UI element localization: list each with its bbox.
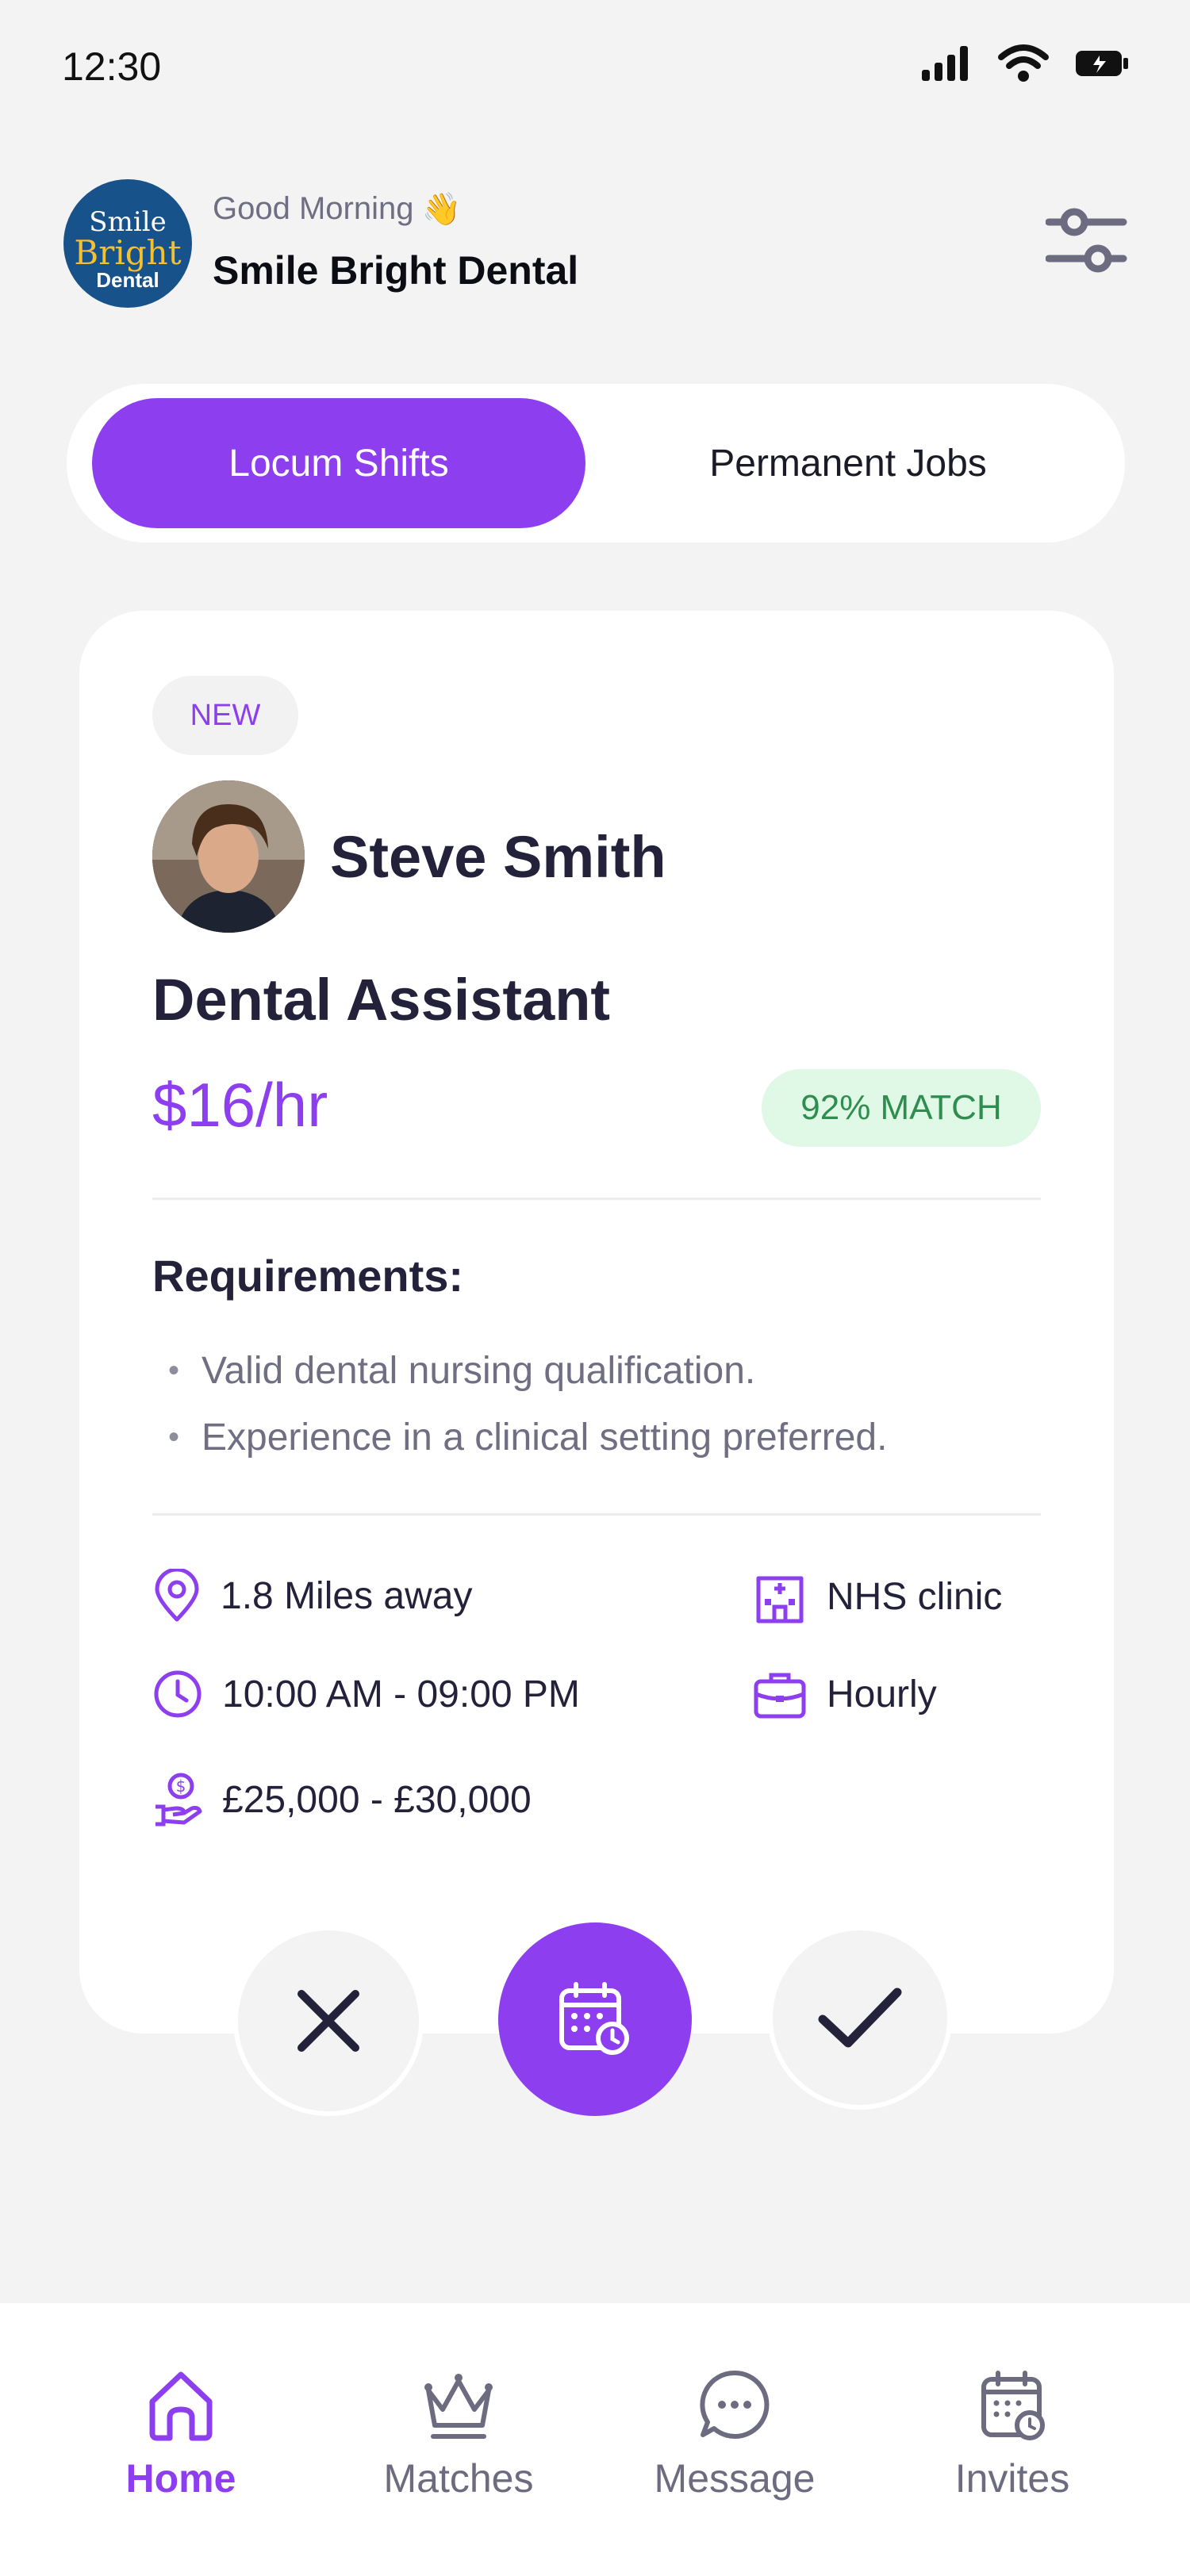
nav-home[interactable]: Home bbox=[54, 2367, 308, 2501]
clock-icon bbox=[154, 1670, 202, 1718]
requirements-title: Requirements: bbox=[152, 1251, 464, 1301]
nav-label: Message bbox=[654, 2456, 816, 2501]
logo-line3: Dental bbox=[96, 268, 159, 292]
nav-label: Invites bbox=[954, 2456, 1070, 2501]
candidate-name: Steve Smith bbox=[330, 824, 666, 890]
distance-text: 1.8 Miles away bbox=[221, 1574, 473, 1617]
nav-label: Home bbox=[125, 2456, 236, 2501]
sliders-icon bbox=[1045, 208, 1127, 273]
check-icon bbox=[818, 1988, 902, 2048]
status-bar: 12:30 bbox=[0, 0, 1190, 135]
briefcase-icon bbox=[754, 1673, 806, 1719]
match-badge: 92% MATCH bbox=[762, 1069, 1041, 1147]
nav-matches[interactable]: Matches bbox=[332, 2367, 585, 2501]
nav-message[interactable]: Message bbox=[608, 2367, 862, 2501]
requirement-item: Valid dental nursing qualification. bbox=[168, 1337, 887, 1404]
candidate-photo bbox=[152, 780, 305, 933]
pay-type-info: Hourly bbox=[752, 1669, 937, 1719]
divider bbox=[152, 1513, 1041, 1516]
crown-icon bbox=[424, 2374, 493, 2439]
hospital-icon bbox=[756, 1576, 804, 1623]
wave-emoji: 👋 bbox=[421, 192, 462, 227]
greeting-text: Good Morning bbox=[213, 191, 414, 226]
wifi-icon bbox=[998, 44, 1049, 82]
svg-text:$: $ bbox=[176, 1777, 186, 1796]
bottom-tab-bar: Home Matches Message Invites bbox=[0, 2303, 1190, 2576]
job-type-segmented-control: Locum Shifts Permanent Jobs bbox=[67, 384, 1125, 542]
salary-hand-icon: $ bbox=[155, 1773, 202, 1827]
hourly-rate: $16/hr bbox=[152, 1070, 328, 1140]
chat-icon bbox=[700, 2370, 770, 2439]
nav-invites[interactable]: Invites bbox=[885, 2367, 1139, 2501]
tab-permanent-jobs[interactable]: Permanent Jobs bbox=[585, 398, 1111, 528]
clinic-logo: Smile Bright Dental bbox=[63, 179, 192, 308]
home-icon bbox=[149, 2371, 213, 2441]
location-pin-icon bbox=[155, 1569, 199, 1622]
requirement-item: Experience in a clinical setting preferr… bbox=[168, 1404, 887, 1470]
greeting: Good Morning 👋 bbox=[213, 190, 461, 228]
hours-text: 10:00 AM - 09:00 PM bbox=[222, 1673, 580, 1715]
calendar-clock-icon bbox=[559, 1982, 629, 2055]
status-time: 12:30 bbox=[62, 44, 162, 89]
nav-label: Matches bbox=[383, 2456, 534, 2501]
reject-button[interactable] bbox=[233, 1926, 424, 2116]
clinic-type-info: NHS clinic bbox=[752, 1569, 1002, 1624]
candidate-card[interactable]: NEW Steve Smith Dental Assistant $16/hr … bbox=[79, 611, 1114, 2034]
status-icons bbox=[922, 44, 1128, 82]
salary-text: £25,000 - £30,000 bbox=[222, 1778, 532, 1821]
clinic-type-text: NHS clinic bbox=[827, 1575, 1003, 1618]
requirements-list: Valid dental nursing qualification. Expe… bbox=[168, 1337, 887, 1470]
clinic-name: Smile Bright Dental bbox=[213, 248, 579, 293]
divider bbox=[152, 1198, 1041, 1200]
new-badge: NEW bbox=[152, 676, 298, 755]
signal-icon bbox=[922, 46, 968, 81]
distance-info: 1.8 Miles away bbox=[152, 1569, 472, 1623]
logo-line2: Bright bbox=[74, 233, 182, 272]
job-role: Dental Assistant bbox=[152, 967, 611, 1033]
pay-type-text: Hourly bbox=[827, 1673, 937, 1715]
header: Smile Bright Dental Good Morning 👋 Smile… bbox=[62, 179, 1128, 309]
tab-locum-shifts[interactable]: Locum Shifts bbox=[92, 398, 585, 528]
battery-icon bbox=[1076, 51, 1128, 76]
salary-info: $ £25,000 - £30,000 bbox=[152, 1772, 532, 1827]
filter-button[interactable] bbox=[1045, 203, 1128, 278]
accept-button[interactable] bbox=[768, 1926, 952, 2110]
calendar-icon bbox=[981, 2371, 1045, 2440]
schedule-button[interactable] bbox=[498, 1922, 692, 2116]
close-icon bbox=[298, 1990, 359, 2052]
hours-info: 10:00 AM - 09:00 PM bbox=[152, 1669, 580, 1719]
